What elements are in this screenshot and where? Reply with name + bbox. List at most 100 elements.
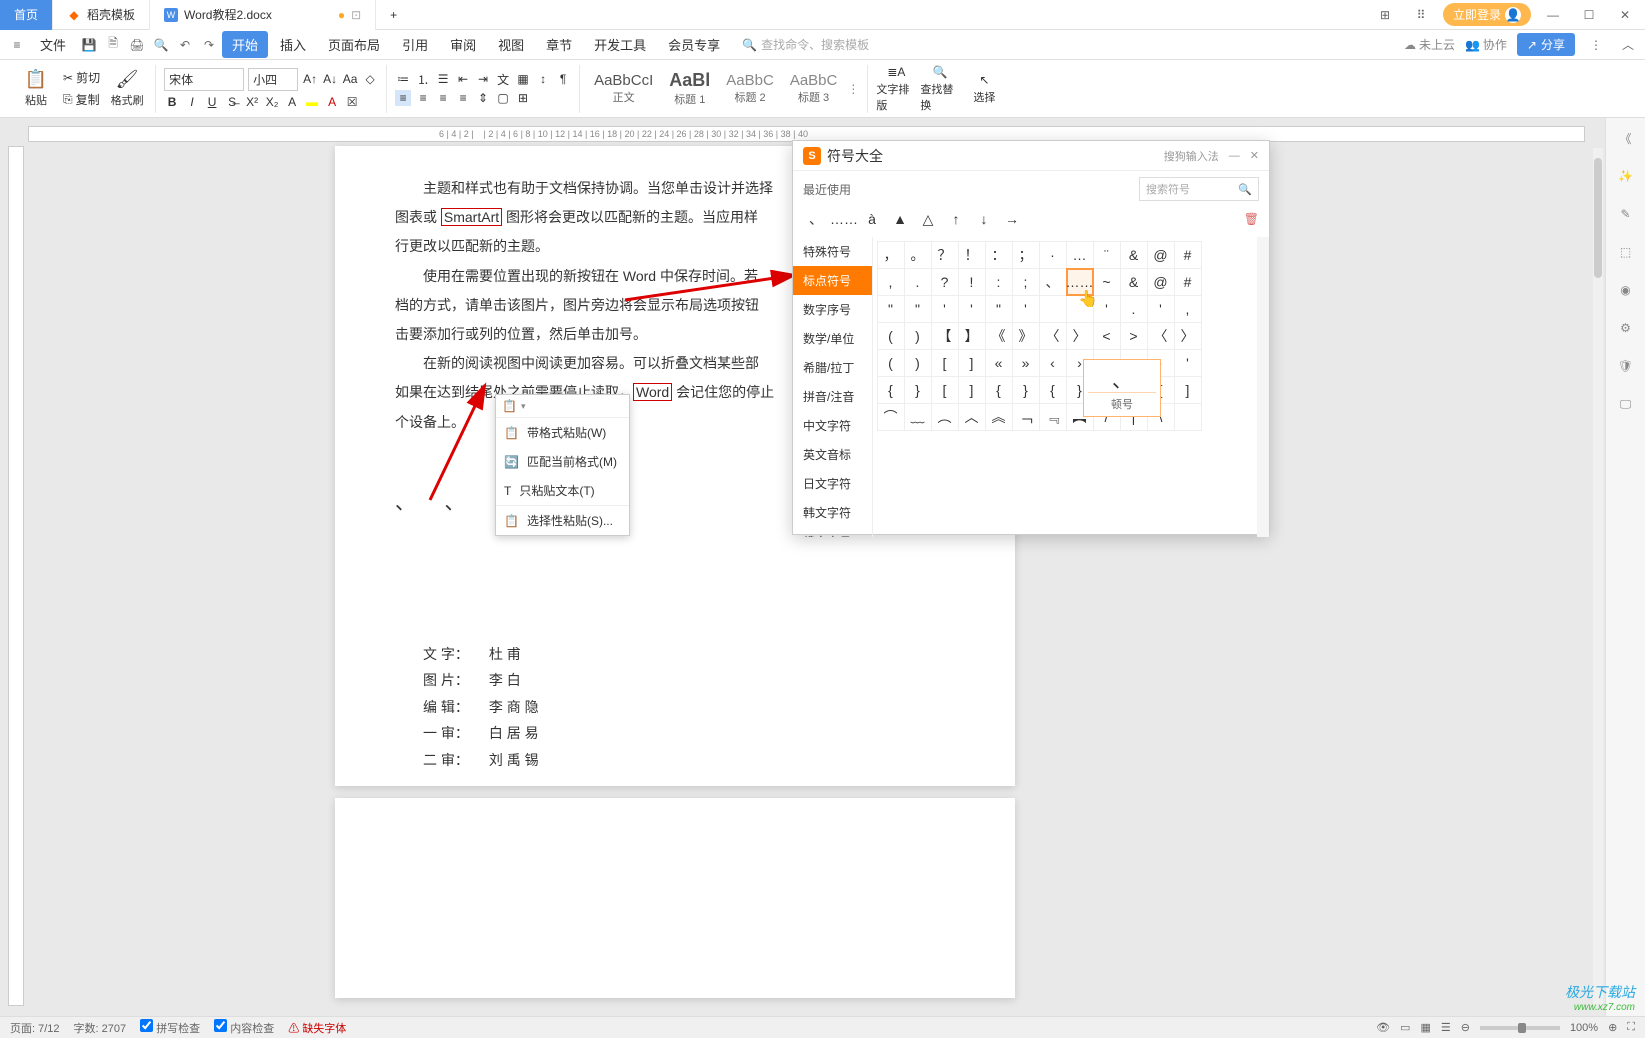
symbol-cell[interactable]: · [1039,241,1067,269]
share-button[interactable]: ↗ 分享 [1517,33,1575,56]
bold-icon[interactable]: B [164,94,180,110]
symbol-cell[interactable]: @ [1147,268,1175,296]
symbol-cell[interactable]: 】 [958,322,986,350]
menu-start[interactable]: 开始 [222,31,268,58]
settings-icon[interactable]: ⚙ [1616,318,1636,338]
text-layout-button[interactable]: ≣A文字排版 [876,65,916,113]
align-left-icon[interactable]: ≡ [395,90,411,106]
symbol-cell[interactable]: & [1120,241,1148,269]
bg-color-icon[interactable]: ☒ [344,94,360,110]
symbol-cell[interactable]: ) [904,349,932,377]
content-check-toggle[interactable]: 内容检查 [214,1019,274,1036]
cat-math[interactable]: 数学/单位 [793,324,872,353]
symbol-cell[interactable]: ' [931,295,959,323]
select-tool-icon[interactable]: ⬚ [1616,242,1636,262]
text-direction-icon[interactable]: 文 [495,71,511,87]
font-effect-icon[interactable]: A [284,94,300,110]
word-count[interactable]: 字数: 2707 [74,1020,127,1036]
symbol-cell[interactable]: ] [958,376,986,404]
symbol-cell[interactable]: ： [985,241,1013,269]
cat-pinyin[interactable]: 拼音/注音 [793,382,872,411]
cut-button[interactable]: ✂剪切 [60,68,103,87]
magic-icon[interactable]: ✨ [1616,166,1636,186]
view-web-icon[interactable]: ▦ [1420,1021,1430,1034]
cat-english-phonetic[interactable]: 英文音标 [793,440,872,469]
format-painter-button[interactable]: 🖌 格式刷 [107,69,147,108]
symbol-cell[interactable]: < [1093,322,1121,350]
symbol-search[interactable]: 搜索符号 🔍 [1139,177,1259,201]
minimize-button[interactable]: — [1539,4,1567,26]
cat-korean[interactable]: 韩文字符 [793,498,872,527]
paste-button[interactable]: 📋 粘贴 [16,69,56,108]
close-button[interactable]: ✕ [1611,4,1639,26]
stamp-icon[interactable]: ◉ [1616,280,1636,300]
symbol-cell[interactable]: ( [877,322,905,350]
symbol-cell[interactable]: : [985,268,1013,296]
symbol-cell[interactable]: à [859,207,885,231]
symbol-cell[interactable]: ' [1147,295,1175,323]
symbol-cell[interactable] [1174,403,1202,431]
decrease-font-icon[interactable]: A↓ [322,71,338,87]
symbol-cell[interactable]: , [1174,295,1202,323]
menu-file[interactable]: 文件 [30,31,76,58]
fullscreen-icon[interactable]: ⛶ [1627,1021,1635,1034]
not-cloud-button[interactable]: ☁ 未上云 [1404,36,1455,53]
zoom-in-icon[interactable]: ⊕ [1608,1021,1617,1034]
vertical-scrollbar[interactable] [1593,148,1603,1006]
align-right-icon[interactable]: ≡ [435,90,451,106]
highlight-icon[interactable]: ▬ [304,94,320,110]
cat-greek[interactable]: 希腊/拉丁 [793,353,872,382]
cat-punctuation[interactable]: 标点符号 [793,266,872,295]
symbol-cell[interactable]: 〈 [1147,322,1175,350]
style-h1[interactable]: AaBl标题 1 [663,68,716,109]
symbol-cell[interactable]: 【 [931,322,959,350]
symbol-cell[interactable]: } [1012,376,1040,404]
style-h2[interactable]: AaBbC标题 2 [720,70,780,107]
select-button[interactable]: ↖选择 [964,73,1004,105]
symbol-cell[interactable]: ] [1174,376,1202,404]
font-color-icon[interactable]: A [324,94,340,110]
symbol-cell[interactable]: ? [931,268,959,296]
symbol-cell[interactable]: # [1174,268,1202,296]
symbol-cell[interactable]: " [985,295,1013,323]
menu-chapter[interactable]: 章节 [536,31,582,58]
numbering-icon[interactable]: ⒈ [415,71,431,87]
coop-button[interactable]: 👥 协作 [1465,36,1507,53]
increase-font-icon[interactable]: A↑ [302,71,318,87]
paste-special[interactable]: 📋选择性粘贴(S)... [496,505,629,535]
cat-russian[interactable]: 俄文字母 [793,527,872,537]
symbol-cell[interactable]: @ [1147,241,1175,269]
symbol-cell[interactable]: ﹁ [1012,403,1040,431]
tab-template[interactable]: ◆ 稻壳模板 [53,0,150,30]
menu-insert[interactable]: 插入 [270,31,316,58]
underline-icon[interactable]: U [204,94,220,110]
command-search[interactable]: 🔍 查找命令、搜索模板 [742,36,869,53]
login-button[interactable]: 立即登录 👤 [1443,3,1531,26]
symbol-cell[interactable]: ︽ [985,403,1013,431]
style-h3[interactable]: AaBbC标题 3 [784,70,844,107]
symbol-scrollbar[interactable] [1257,237,1269,537]
symbol-cell[interactable]: ' [1012,295,1040,323]
cat-special[interactable]: 特殊符号 [793,237,872,266]
chevron-up-icon[interactable]: ︿ [1617,34,1639,56]
shield-icon[interactable]: 🛡 [1616,356,1636,376]
save-icon[interactable]: 💾 [78,34,100,56]
symbol-cell[interactable]: & [1120,268,1148,296]
symbol-cell[interactable]: " [877,295,905,323]
case-icon[interactable]: Aa [342,71,358,87]
menu-member[interactable]: 会员专享 [658,31,730,58]
new-icon[interactable]: 🗎 [102,34,124,56]
tab-home[interactable]: 首页 [0,0,53,30]
layout-icon[interactable]: ⊞ [1371,4,1399,26]
symbol-cell[interactable]: ' [958,295,986,323]
cat-chinese[interactable]: 中文字符 [793,411,872,440]
zoom-slider[interactable] [1480,1026,1560,1030]
symbol-cell[interactable]: " [904,295,932,323]
minimize-button[interactable]: — [1229,150,1240,162]
cat-japanese[interactable]: 日文字符 [793,469,872,498]
new-tab-button[interactable]: + [376,0,411,30]
menu-devtools[interactable]: 开发工具 [584,31,656,58]
symbol-cell[interactable]: ︿ [958,403,986,431]
paste-match-format[interactable]: 🔄匹配当前格式(M) [496,447,629,476]
apps-icon[interactable]: ⠿ [1407,4,1435,26]
